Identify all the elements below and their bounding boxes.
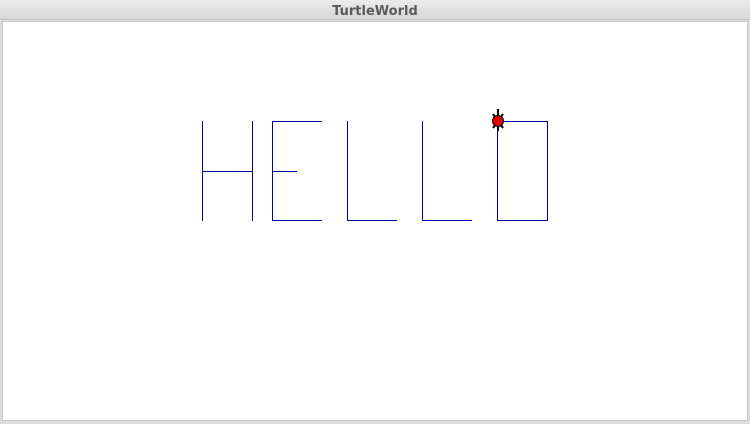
title-bar[interactable]: TurtleWorld xyxy=(0,0,750,20)
letter-h-strokes xyxy=(202,121,253,221)
window-title: TurtleWorld xyxy=(332,4,418,19)
letter-l2-strokes xyxy=(422,121,472,221)
turtle-icon[interactable] xyxy=(492,109,504,131)
letter-e-strokes xyxy=(272,121,322,221)
drawn-lines xyxy=(202,121,548,221)
letter-o-strokes xyxy=(497,121,548,221)
letter-l1-strokes xyxy=(347,121,397,221)
drawing-surface xyxy=(202,109,548,221)
o-box-stroke xyxy=(497,121,548,221)
turtleworld-window: TurtleWorld xyxy=(0,0,750,424)
drawing-canvas[interactable] xyxy=(2,21,748,421)
